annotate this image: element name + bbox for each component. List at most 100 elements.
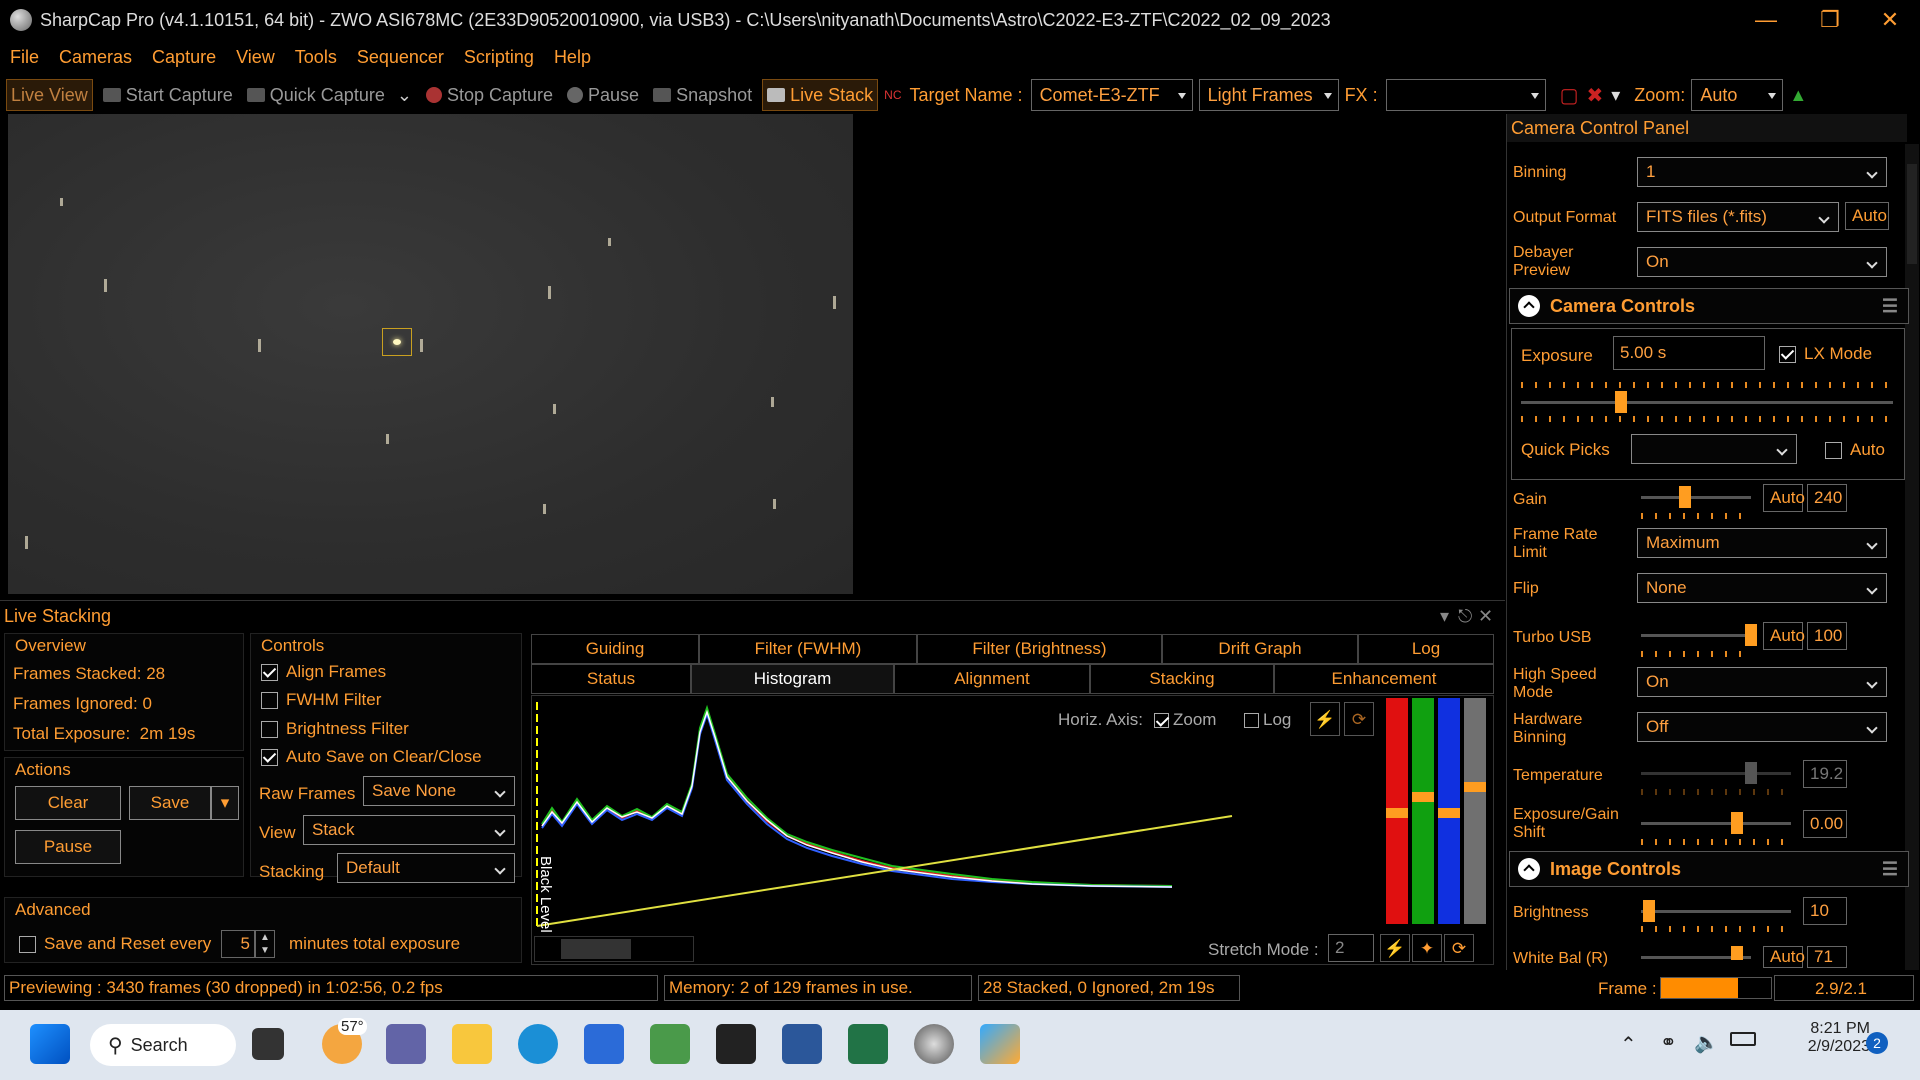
view-dropdown[interactable]: Stack (303, 815, 515, 845)
pause-stack-button[interactable]: Pause (15, 830, 121, 864)
luminance-channel-thumb[interactable] (1464, 782, 1486, 792)
camera-controls-header[interactable]: Camera Controls ☰ (1509, 288, 1909, 324)
stacking-dropdown[interactable]: Default (337, 853, 515, 883)
minimize-icon[interactable]: — (1736, 0, 1796, 40)
sharpcap-icon[interactable] (914, 1024, 954, 1064)
excel-icon[interactable] (848, 1024, 888, 1064)
menu-sequencer[interactable]: Sequencer (357, 47, 444, 68)
raw-frames-dropdown[interactable]: Save None (363, 776, 515, 806)
pipp-icon[interactable] (716, 1024, 756, 1064)
brightness-slider[interactable] (1641, 900, 1791, 922)
align-frames-checkbox[interactable]: Align Frames (261, 662, 386, 682)
cancel-icon[interactable]: ✖ (1586, 83, 1603, 108)
log-checkbox[interactable]: Log (1244, 710, 1291, 730)
red-channel-thumb[interactable] (1386, 808, 1408, 818)
output-format-dropdown[interactable]: FITS files (*.fits) (1637, 202, 1839, 232)
comet-selection-box[interactable] (382, 328, 412, 356)
blue-channel-thumb[interactable] (1438, 808, 1460, 818)
exposure-gain-shift-input[interactable]: 0.00 (1803, 810, 1847, 838)
clear-button[interactable]: Clear (15, 786, 121, 820)
panel-options-icon[interactable]: ▾ (1440, 606, 1449, 627)
menu-cameras[interactable]: Cameras (59, 47, 132, 68)
gain-auto-button[interactable]: Auto (1763, 484, 1805, 512)
red-channel-slider[interactable] (1386, 698, 1408, 924)
menu-view[interactable]: View (236, 47, 275, 68)
wifi-icon[interactable]: ⚭ (1660, 1030, 1677, 1055)
chevron-up-icon[interactable]: ⌃ (1620, 1032, 1637, 1057)
star-icon[interactable]: ✦ (1412, 934, 1442, 962)
file-explorer-icon[interactable] (452, 1024, 492, 1064)
horizontal-scrollbar[interactable] (534, 936, 694, 962)
ccp-scrollbar[interactable] (1905, 144, 1919, 970)
zoom-checkbox[interactable]: Zoom (1154, 710, 1216, 730)
histogram-icon[interactable]: ▲ (1789, 85, 1807, 106)
zoom-dropdown[interactable]: Auto (1691, 79, 1784, 111)
flip-dropdown[interactable]: None (1637, 573, 1887, 603)
auto-stretch-icon[interactable]: ⚡ (1310, 702, 1340, 736)
snapshot-button[interactable]: Snapshot (649, 79, 756, 111)
tab-filter-fwhm[interactable]: Filter (FWHM) (699, 634, 917, 664)
tab-filter-brightness[interactable]: Filter (Brightness) (917, 634, 1162, 664)
tab-status[interactable]: Status (531, 664, 691, 694)
gain-slider[interactable] (1641, 486, 1751, 508)
frame-type-dropdown[interactable]: Light Frames (1198, 79, 1339, 111)
start-capture-button[interactable]: Start Capture (99, 79, 237, 111)
brightness-input[interactable]: 10 (1803, 897, 1847, 925)
menu-help[interactable]: Help (554, 47, 591, 68)
search-box[interactable]: ⚲ Search (90, 1024, 236, 1066)
white-bal-r-slider[interactable] (1641, 946, 1751, 960)
close-icon[interactable]: ✕ (1860, 0, 1920, 40)
collapse-icon[interactable] (1518, 295, 1540, 317)
tab-histogram[interactable]: Histogram (691, 664, 894, 694)
green-channel-slider[interactable] (1412, 698, 1434, 924)
notification-badge[interactable]: 2 (1866, 1032, 1888, 1054)
save-button[interactable]: Save (129, 786, 211, 820)
turbo-usb-slider-thumb[interactable] (1745, 624, 1757, 646)
tab-log[interactable]: Log (1358, 634, 1494, 664)
battery-icon[interactable] (1730, 1032, 1756, 1046)
close-panel-icon[interactable]: ✕ (1478, 606, 1493, 627)
chevron-down-icon[interactable]: ▾ (1611, 85, 1620, 106)
clock[interactable]: 8:21 PM 2/9/2023 (1780, 1020, 1870, 1056)
gain-slider-thumb[interactable] (1679, 486, 1691, 508)
exposure-slider[interactable] (1521, 391, 1893, 413)
scrollbar-thumb[interactable] (561, 939, 631, 959)
pin-icon[interactable]: ⎋ (1458, 606, 1472, 627)
turbo-usb-slider[interactable] (1641, 624, 1757, 646)
green-channel-thumb[interactable] (1412, 792, 1434, 802)
high-speed-mode-dropdown[interactable]: On (1637, 667, 1887, 697)
output-auto-button[interactable]: Auto (1845, 202, 1889, 230)
brightness-slider-thumb[interactable] (1643, 900, 1655, 922)
turbo-usb-input[interactable]: 100 (1807, 622, 1847, 650)
auto-stretch-icon[interactable]: ⚡ (1380, 934, 1410, 962)
white-bal-r-input[interactable]: 71 (1807, 946, 1847, 968)
collapse-icon[interactable] (1518, 858, 1540, 880)
hardware-binning-dropdown[interactable]: Off (1637, 712, 1887, 742)
tab-alignment[interactable]: Alignment (894, 664, 1090, 694)
exposure-gain-shift-slider[interactable] (1641, 812, 1791, 834)
sky-image[interactable] (8, 114, 853, 594)
tab-guiding[interactable]: Guiding (531, 634, 699, 664)
fwhm-filter-checkbox[interactable]: FWHM Filter (261, 690, 381, 710)
stop-capture-button[interactable]: Stop Capture (422, 79, 557, 111)
menu-tools[interactable]: Tools (295, 47, 337, 68)
save-dropdown-button[interactable]: ▾ (211, 786, 239, 820)
word-icon[interactable] (782, 1024, 822, 1064)
tab-drift-graph[interactable]: Drift Graph (1162, 634, 1358, 664)
brightness-filter-checkbox[interactable]: Brightness Filter (261, 719, 409, 739)
lx-mode-checkbox[interactable]: LX Mode (1779, 344, 1872, 364)
volume-icon[interactable]: 🔈 (1694, 1030, 1719, 1055)
target-name-dropdown[interactable]: Comet-E3-ZTF (1030, 79, 1193, 111)
quick-picks-dropdown[interactable] (1631, 434, 1797, 464)
save-reset-checkbox[interactable]: Save and Reset every (19, 934, 211, 954)
teams-icon[interactable] (386, 1024, 426, 1064)
gain-input[interactable]: 240 (1807, 484, 1847, 512)
store-icon[interactable] (584, 1024, 624, 1064)
live-view-button[interactable]: Live View (6, 79, 93, 111)
pause-button[interactable]: Pause (563, 79, 643, 111)
frame-rate-dropdown[interactable]: Maximum (1637, 528, 1887, 558)
menu-icon[interactable]: ☰ (1882, 859, 1898, 880)
quick-auto-checkbox[interactable]: Auto (1825, 440, 1885, 460)
ccp-scrollbar-thumb[interactable] (1907, 164, 1917, 264)
histogram-chart[interactable]: Black Level Horiz. Axis: Zoom Log ⚡ ⟳ St… (531, 695, 1494, 965)
